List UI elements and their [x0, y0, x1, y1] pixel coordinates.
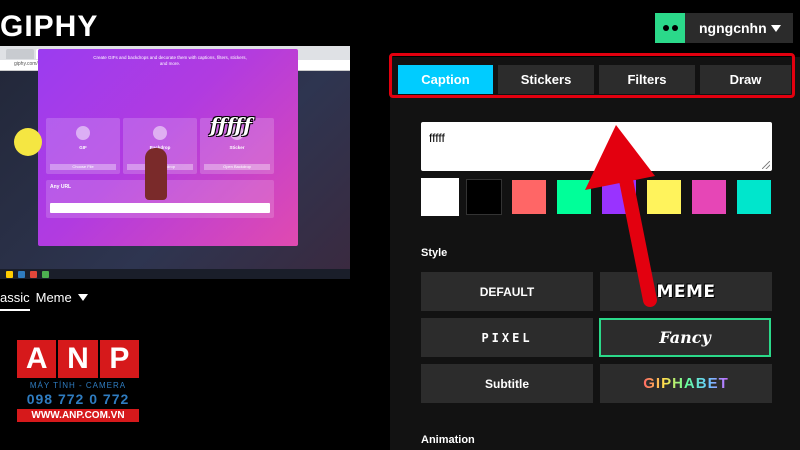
- tab-meme[interactable]: Meme: [36, 290, 88, 311]
- tab-classic[interactable]: assic: [0, 290, 30, 311]
- color-swatch-yellow[interactable]: [647, 180, 681, 214]
- style-label: Style: [421, 247, 448, 259]
- card-title: Create GIFs and backdrops and decorate t…: [93, 55, 247, 66]
- emoji-sticker: [14, 128, 42, 156]
- style-subtitle-button[interactable]: Subtitle: [421, 364, 593, 403]
- anp-logo: A N P MÁY TÍNH - CAMERA 098 772 0 772 WW…: [17, 340, 139, 437]
- tabs-highlight: [389, 53, 795, 98]
- color-swatch-red[interactable]: [512, 180, 546, 214]
- avatar-eye-right: [671, 25, 678, 31]
- color-swatch-pink[interactable]: [692, 180, 726, 214]
- chevron-down-icon: [771, 24, 781, 32]
- user-menu-button[interactable]: ngngcnhn: [655, 13, 793, 43]
- url-input: [50, 203, 270, 213]
- giphy-logo[interactable]: GIPHY: [0, 10, 98, 44]
- color-swatch-purple[interactable]: [602, 180, 636, 214]
- style-giphabet-button[interactable]: GIPHABET: [600, 364, 772, 403]
- animation-label: Animation: [421, 434, 475, 446]
- color-swatch-white[interactable]: [423, 180, 457, 214]
- style-default-button[interactable]: DEFAULT: [421, 272, 593, 311]
- caption-input[interactable]: fffff: [421, 122, 772, 171]
- color-swatch-green[interactable]: [557, 180, 591, 214]
- color-swatch-black[interactable]: [466, 179, 502, 215]
- gif-upload-card: GIF Choose File: [46, 118, 120, 174]
- color-swatch-teal[interactable]: [737, 180, 771, 214]
- caption-mode-tabs: assic Meme: [0, 290, 88, 311]
- style-fancy-button[interactable]: Fancy: [599, 318, 771, 357]
- avatar-eye-left: [662, 25, 669, 31]
- resize-handle-icon[interactable]: [762, 161, 770, 169]
- username: ngngcnhn: [699, 20, 767, 36]
- person-sticker: [145, 148, 167, 200]
- caption-value: fffff: [429, 131, 445, 145]
- avatar: [655, 13, 685, 43]
- caption-sticker: fffff: [210, 113, 252, 137]
- style-meme-button[interactable]: MEME: [600, 272, 772, 311]
- style-pixel-button[interactable]: PIXEL: [421, 318, 593, 357]
- chevron-down-icon: [77, 294, 88, 301]
